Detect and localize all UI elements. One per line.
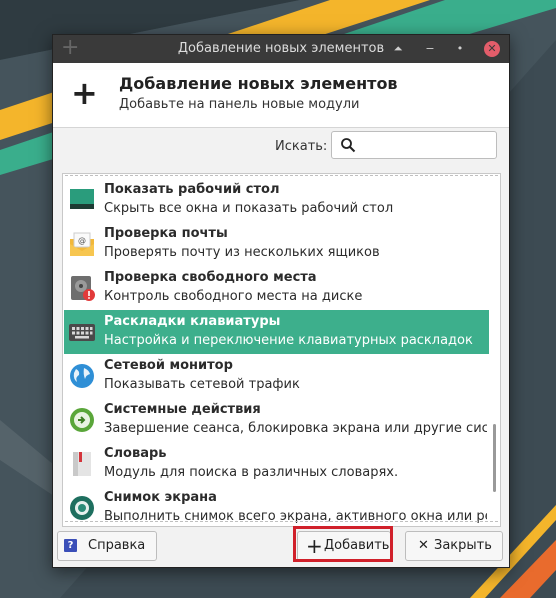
search-label: Искать: (275, 139, 328, 154)
item-name: Проверка свободного места (104, 270, 317, 285)
list-item[interactable]: Проверка свободного места Контроль свобо… (64, 266, 489, 310)
list-item[interactable]: Показать рабочий стол Скрыть все окна и … (64, 178, 489, 222)
item-name: Системные действия (104, 402, 261, 417)
item-description: Контроль свободного места на диске (104, 289, 363, 304)
add-button-highlight (293, 526, 393, 562)
item-name: Снимок экрана (104, 490, 217, 505)
window-title: Добавление новых элементов (177, 41, 385, 56)
list-item[interactable]: @ Проверка почты Проверять почту из неск… (64, 222, 489, 266)
add-items-dialog: + Добавление новых элементов ⏶ − • ✕ + Д… (52, 34, 510, 568)
mail-icon: @ (70, 232, 94, 256)
plugin-list[interactable]: Показать рабочий стол Скрыть все окна и … (62, 173, 501, 527)
close-button-icon: ✕ (418, 538, 429, 553)
close-button[interactable]: ✕ Закрыть (405, 531, 503, 561)
minimize-button[interactable]: − (421, 40, 439, 58)
help-button-label: Справка (88, 538, 146, 553)
keyboard-icon (69, 324, 95, 341)
item-name: Раскладки клавиатуры (104, 314, 281, 329)
window-menu-button[interactable]: • (451, 40, 469, 58)
header-subtitle: Добавьте на панель новые модули (119, 97, 360, 112)
add-icon: + (71, 74, 98, 112)
item-description: Проверять почту из нескольких ящиков (104, 245, 380, 260)
titlebar[interactable]: + Добавление новых элементов ⏶ − • ✕ (53, 35, 509, 63)
list-bottom-divider (65, 521, 498, 522)
shade-button[interactable]: ⏶ (389, 40, 407, 58)
search-input[interactable] (331, 131, 497, 159)
svg-text:@: @ (78, 236, 86, 245)
desktop-icon (70, 189, 94, 209)
list-item[interactable]: Словарь Модуль для поиска в различных сл… (64, 442, 489, 486)
list-item[interactable]: Системные действия Завершение сеанса, бл… (64, 398, 489, 442)
item-name: Показать рабочий стол (104, 182, 280, 197)
list-scrollbar[interactable] (493, 424, 496, 492)
item-description: Настройка и переключение клавиатурных ра… (104, 333, 473, 348)
help-button[interactable]: ? Справка (57, 531, 157, 561)
camera-icon (70, 496, 94, 520)
close-window-button[interactable]: ✕ (484, 41, 500, 57)
list-item-selected[interactable]: Раскладки клавиатуры Настройка и переклю… (64, 310, 489, 354)
close-button-label: Закрыть (434, 538, 492, 553)
item-name: Словарь (104, 446, 167, 461)
search-icon (341, 138, 356, 153)
help-icon: ? (64, 539, 77, 552)
header-title: Добавление новых элементов (119, 74, 398, 93)
disk-warning-icon (71, 276, 95, 301)
list-item[interactable]: Сетевой монитор Показывать сетевой трафи… (64, 354, 489, 398)
list-top-divider (65, 175, 498, 176)
globe-icon (70, 364, 94, 388)
item-name: Проверка почты (104, 226, 228, 241)
item-description: Модуль для поиска в различных словарях. (104, 465, 399, 480)
item-description: Скрыть все окна и показать рабочий стол (104, 201, 394, 216)
item-description: Показывать сетевой трафик (104, 377, 300, 392)
item-name: Сетевой монитор (104, 358, 233, 373)
power-actions-icon (70, 408, 94, 432)
dictionary-icon (73, 452, 91, 476)
dialog-header: + Добавление новых элементов Добавьте на… (53, 63, 509, 128)
item-description: Завершение сеанса, блокировка экрана или… (104, 421, 487, 436)
